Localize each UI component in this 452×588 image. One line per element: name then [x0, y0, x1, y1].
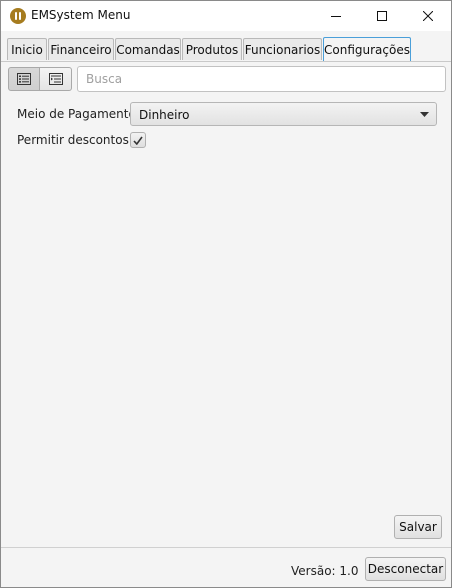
tab-financeiro[interactable]: Financeiro [48, 38, 114, 60]
tab-comandas[interactable]: Comandas [115, 38, 181, 60]
list-view-icon [17, 73, 31, 85]
payment-method-value: Dinheiro [139, 108, 190, 122]
toolbar [7, 66, 447, 92]
detail-view-icon [48, 73, 63, 85]
minimize-button[interactable] [313, 1, 359, 31]
close-button[interactable] [405, 1, 451, 31]
app-window: EMSystem Menu Inicio Financeiro Comandas… [0, 0, 452, 588]
save-button[interactable]: Salvar [394, 515, 442, 539]
window-title: EMSystem Menu [31, 8, 131, 22]
tab-bar: Inicio Financeiro Comandas Produtos Func… [7, 37, 447, 61]
allow-discounts-label: Permitir descontos [17, 133, 129, 147]
footer-divider [1, 547, 451, 548]
disconnect-button[interactable]: Desconectar [365, 557, 446, 581]
version-label: Versão: 1.0 [291, 564, 359, 578]
tab-funcionarios[interactable]: Funcionarios [243, 38, 322, 60]
detail-view-button[interactable] [40, 67, 72, 91]
maximize-icon [377, 11, 387, 21]
search-input[interactable] [77, 66, 446, 92]
allow-discounts-checkbox[interactable] [130, 132, 146, 148]
tab-produtos[interactable]: Produtos [182, 38, 242, 60]
minimize-icon [331, 16, 341, 17]
list-view-button[interactable] [8, 67, 40, 91]
payment-method-label: Meio de Pagamento [17, 107, 136, 121]
payment-method-select[interactable]: Dinheiro [130, 102, 437, 126]
close-icon [423, 11, 433, 21]
tab-configuracoes[interactable]: Configurações [323, 37, 411, 61]
checkmark-icon [133, 136, 143, 145]
chevron-down-icon [420, 112, 429, 117]
fork-knife-icon [10, 8, 26, 24]
tab-divider [1, 61, 451, 62]
maximize-button[interactable] [359, 1, 405, 31]
title-bar[interactable]: EMSystem Menu [1, 1, 451, 31]
tab-inicio[interactable]: Inicio [7, 38, 47, 60]
